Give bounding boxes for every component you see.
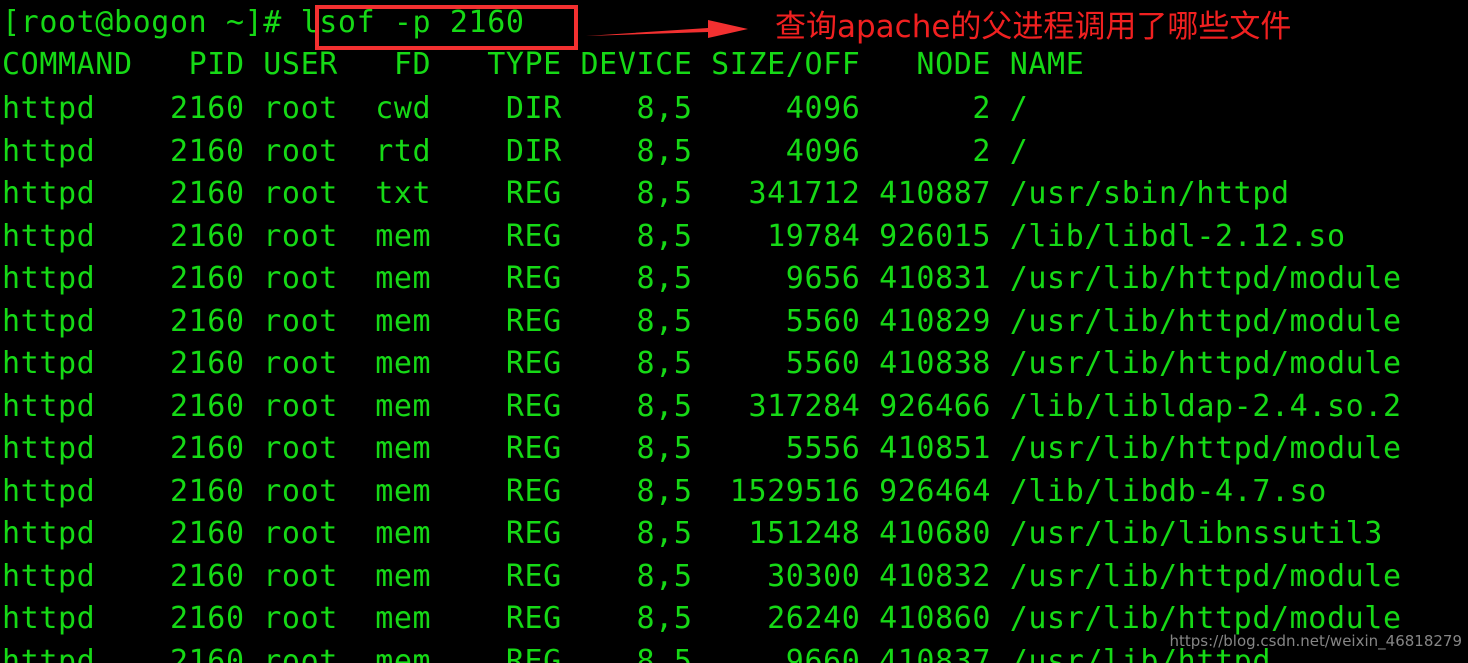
table-row: httpd 2160 root mem REG 8,5 151248 41068… [2, 516, 1383, 551]
table-row: httpd 2160 root txt REG 8,5 341712 41088… [2, 176, 1290, 211]
prompt-line: [root@bogon ~]# lsof -p 2160 [2, 5, 525, 40]
table-header-row: COMMAND PID USER FD TYPE DEVICE SIZE/OFF… [2, 47, 1085, 82]
watermark-text: https://blog.csdn.net/weixin_46818279 [1169, 632, 1462, 650]
table-row: httpd 2160 root mem REG 8,5 5556 410851 … [2, 431, 1402, 466]
table-row: httpd 2160 root mem REG 8,5 5560 410838 … [2, 346, 1402, 381]
annotation-arrow-icon [586, 20, 748, 38]
table-row: httpd 2160 root mem REG 8,5 317284 92646… [2, 388, 1402, 424]
table-row: httpd 2160 root rtd DIR 8,5 4096 2 / [2, 133, 1029, 169]
annotation-label: 查询apache的父进程调用了哪些文件 [775, 9, 1292, 45]
table-row: httpd 2160 root mem REG 8,5 30300 410832… [2, 558, 1402, 594]
table-row: httpd 2160 root mem REG 8,5 19784 926015… [2, 218, 1346, 254]
table-row: httpd 2160 root mem REG 8,5 9656 410831 … [2, 261, 1402, 296]
table-row: httpd 2160 root mem REG 8,5 9660 410837 … [2, 643, 1271, 663]
terminal-window[interactable]: [root@bogon ~]# lsof -p 2160 COMMAND PID… [0, 0, 1468, 663]
table-row: httpd 2160 root mem REG 8,5 26240 410860… [2, 601, 1402, 636]
table-row: httpd 2160 root mem REG 8,5 5560 410829 … [2, 303, 1402, 339]
table-row: httpd 2160 root mem REG 8,5 1529516 9264… [2, 473, 1327, 509]
table-row: httpd 2160 root cwd DIR 8,5 4096 2 / [2, 91, 1029, 126]
